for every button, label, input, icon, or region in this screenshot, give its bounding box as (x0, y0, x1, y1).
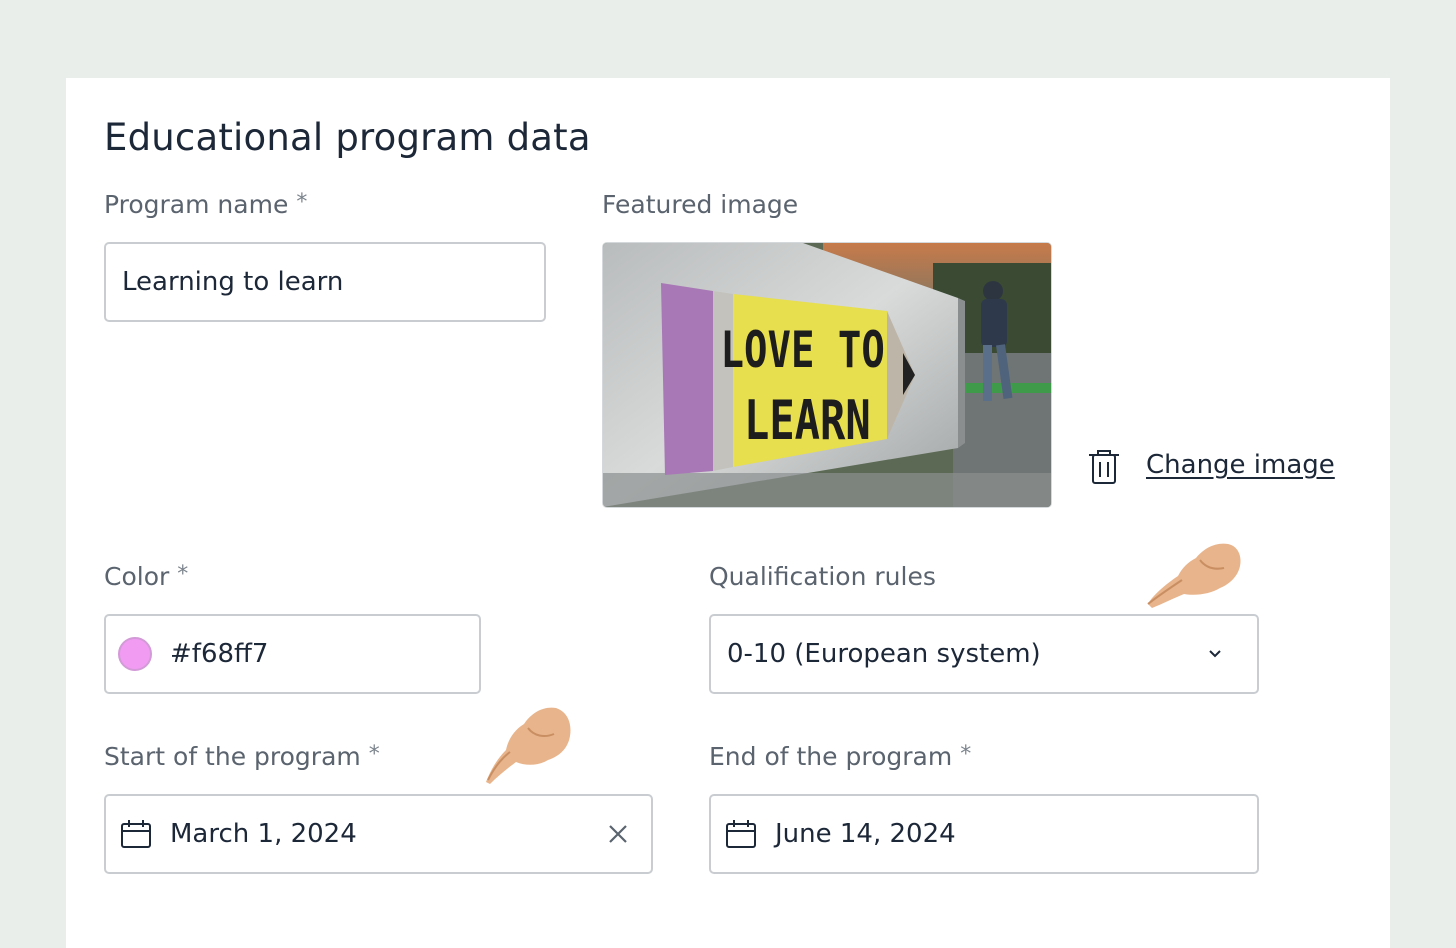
start-date-value: March 1, 2024 (170, 819, 357, 849)
page-title: Educational program data (104, 116, 591, 159)
pointing-hand-icon (1144, 538, 1244, 614)
color-input[interactable]: #f68ff7 (104, 614, 481, 694)
color-label-text: Color (104, 562, 170, 591)
start-date-input[interactable]: March 1, 2024 (104, 794, 653, 874)
change-image-link[interactable]: Change image (1146, 450, 1335, 480)
chevron-down-icon[interactable] (1207, 649, 1223, 659)
required-mark: * (960, 742, 972, 767)
end-date-label: End of the program * (709, 742, 971, 771)
required-mark: * (296, 190, 308, 215)
featured-image-label: Featured image (602, 190, 799, 219)
color-label: Color * (104, 562, 188, 591)
color-swatch[interactable] (118, 637, 152, 671)
required-mark: * (368, 742, 380, 767)
end-date-value: June 14, 2024 (775, 819, 956, 849)
featured-image: LOVE TO LEARN (602, 242, 1052, 508)
pointing-hand-icon (482, 704, 574, 790)
program-name-value: Learning to learn (122, 267, 344, 297)
qualification-rules-value: 0-10 (European system) (727, 639, 1041, 669)
required-mark: * (177, 562, 189, 587)
sign-text-line2: LEARN (744, 390, 871, 452)
program-form-card: Educational program data Program name * L… (66, 78, 1390, 948)
calendar-icon[interactable] (725, 819, 757, 849)
program-name-label-text: Program name (104, 190, 289, 219)
trash-icon[interactable] (1086, 448, 1122, 490)
qualification-rules-label: Qualification rules (709, 562, 936, 591)
end-date-label-text: End of the program (709, 742, 953, 771)
start-date-label: Start of the program * (104, 742, 380, 771)
close-icon[interactable] (607, 823, 629, 845)
color-value: #f68ff7 (170, 639, 269, 669)
sign-text-line1: LOVE TO (721, 320, 885, 379)
program-name-label: Program name * (104, 190, 307, 219)
start-date-label-text: Start of the program (104, 742, 361, 771)
qualification-rules-select[interactable]: 0-10 (European system) (709, 614, 1259, 694)
end-date-input[interactable]: June 14, 2024 (709, 794, 1259, 874)
program-name-input[interactable]: Learning to learn (104, 242, 546, 322)
calendar-icon[interactable] (120, 819, 152, 849)
featured-image-photo: LOVE TO LEARN (603, 243, 1051, 507)
